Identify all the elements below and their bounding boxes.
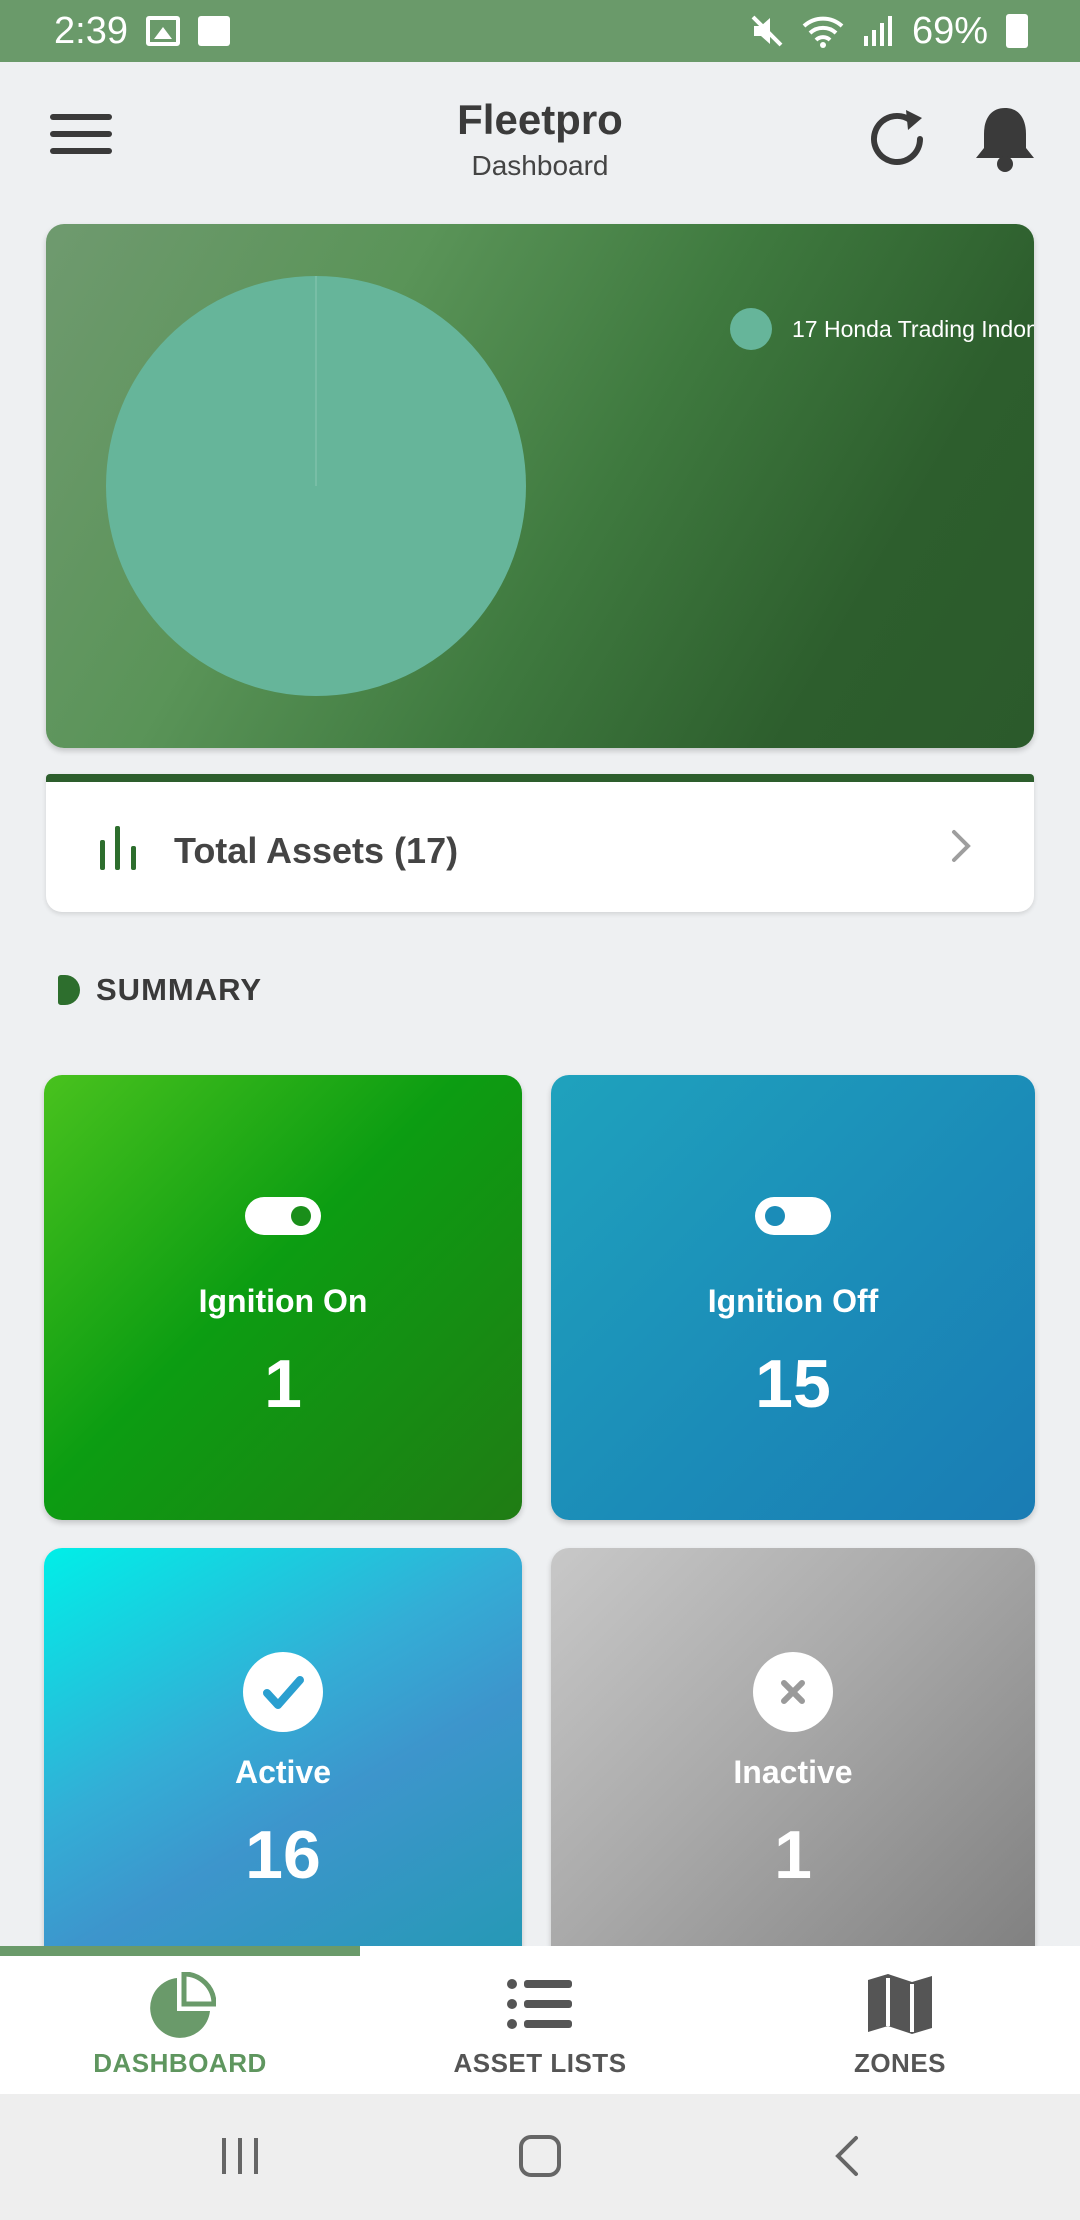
summary-title: SUMMARY <box>96 972 263 1007</box>
tile-value: 15 <box>755 1346 831 1422</box>
chart-legend: 17 Honda Trading Indonesia <box>730 308 1034 350</box>
ignition-on-tile[interactable]: Ignition On 1 <box>44 1075 522 1520</box>
home-icon[interactable] <box>518 2134 562 2178</box>
gallery-icon <box>145 16 180 46</box>
system-navigation-bar <box>0 2094 1080 2220</box>
nav-dashboard[interactable]: DASHBOARD <box>0 1946 360 2094</box>
tile-label: Inactive <box>733 1754 853 1790</box>
pie-chart <box>106 276 526 696</box>
tile-value: 1 <box>264 1346 302 1422</box>
summary-header: SUMMARY <box>58 972 262 1008</box>
tile-value: 16 <box>245 1817 321 1893</box>
wifi-icon <box>802 16 844 48</box>
total-assets-button[interactable]: Total Assets (17) <box>46 774 1034 912</box>
status-time: 2:39 <box>54 9 128 52</box>
tile-label: Active <box>234 1754 332 1790</box>
toggle-off-icon <box>755 1197 831 1235</box>
assets-pie-chart-card: 17 Honda Trading Indonesia <box>46 224 1034 748</box>
chevron-right-icon <box>952 830 971 862</box>
legend-label: 17 Honda Trading Indonesia <box>792 315 1034 342</box>
inactive-tile[interactable]: Inactive 1 <box>551 1548 1035 1968</box>
bottom-navigation: DASHBOARD ASSET LISTS ZONES <box>0 1946 1080 2094</box>
nav-asset-lists[interactable]: ASSET LISTS <box>360 1946 720 2094</box>
nav-zones[interactable]: ZONES <box>720 1946 1080 2094</box>
list-icon <box>507 1979 572 2029</box>
total-assets-label: Total Assets (17) <box>174 830 459 871</box>
battery-percent: 69% <box>911 9 988 52</box>
device-icon <box>197 16 230 46</box>
tile-value: 1 <box>774 1817 812 1893</box>
refresh-icon[interactable] <box>862 104 932 174</box>
bar-chart-icon <box>98 826 142 870</box>
nav-label: DASHBOARD <box>93 2048 267 2078</box>
section-marker-icon <box>58 975 80 1005</box>
app-header: Fleetpro Dashboard <box>0 62 1080 212</box>
battery-icon <box>1006 14 1028 48</box>
pie-chart-icon <box>150 1972 216 2038</box>
status-bar: 2:39 69% <box>0 0 1080 62</box>
ignition-off-tile[interactable]: Ignition Off 15 <box>551 1075 1035 1520</box>
toggle-on-icon <box>245 1197 321 1235</box>
signal-icon <box>863 16 892 46</box>
nav-label: ZONES <box>853 2048 947 2078</box>
tile-label: Ignition Off <box>707 1283 879 1319</box>
mute-icon <box>751 15 783 47</box>
nav-label: ASSET LISTS <box>453 2048 627 2078</box>
legend-color-dot <box>730 308 772 350</box>
bell-icon[interactable] <box>970 102 1040 176</box>
tile-label: Ignition On <box>198 1283 368 1319</box>
check-circle-icon <box>243 1652 323 1732</box>
x-circle-icon <box>753 1652 833 1732</box>
active-tile[interactable]: Active 16 <box>44 1548 522 1968</box>
map-icon <box>868 1974 932 2034</box>
back-icon[interactable] <box>826 2134 870 2178</box>
recent-apps-icon[interactable] <box>218 2134 262 2178</box>
